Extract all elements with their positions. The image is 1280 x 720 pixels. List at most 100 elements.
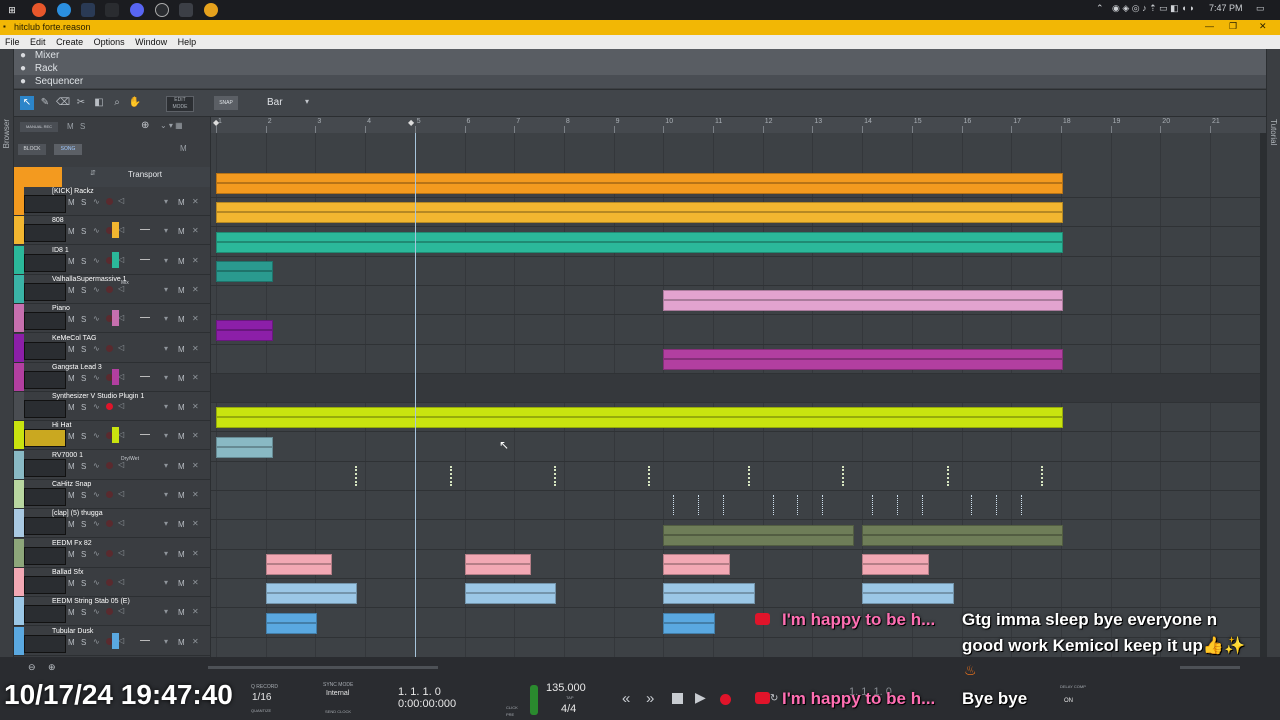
automation-lane-icon[interactable]: ∿: [93, 256, 100, 265]
hit-marker[interactable]: [1041, 466, 1049, 486]
track-solo-button[interactable]: S: [81, 198, 86, 207]
track-lane-mute[interactable]: M: [178, 198, 185, 207]
device-thumbnail[interactable]: [24, 400, 66, 419]
track-solo-button[interactable]: S: [81, 608, 86, 617]
close-icon[interactable]: ✕: [192, 461, 199, 470]
track-solo-button[interactable]: S: [81, 374, 86, 383]
record-enable-icon[interactable]: [106, 578, 113, 586]
track-level-fader[interactable]: [112, 632, 119, 649]
close-icon[interactable]: ✕: [192, 519, 199, 528]
track-lane-mute[interactable]: M: [178, 462, 185, 471]
monitor-icon[interactable]: ◁: [118, 518, 124, 527]
track-mute-button[interactable]: M: [68, 520, 75, 529]
track-header[interactable]: ID8 1 M S ∿ ◁ ▾ M ✕: [14, 245, 210, 275]
discord-icon[interactable]: [130, 3, 144, 17]
transport-expand-icon[interactable]: ⇵: [90, 169, 96, 177]
hand-tool-icon[interactable]: ✋: [128, 96, 142, 110]
track-lane[interactable]: [211, 316, 1260, 345]
playhead[interactable]: [414, 133, 416, 657]
transport-track[interactable]: ⇵ Transport: [14, 167, 210, 187]
device-thumbnail[interactable]: [24, 546, 66, 565]
track-menu-icon[interactable]: ▾: [164, 637, 168, 646]
tray-icons[interactable]: ◉ ◈ ◎ ♪ ⇡ ▭ ◧ ◖ ◗: [1112, 3, 1195, 14]
mute-tool-icon[interactable]: ◧: [92, 96, 106, 110]
track-lane-mute[interactable]: M: [178, 520, 185, 529]
track-mute-button[interactable]: M: [68, 638, 75, 647]
sequencer-clip[interactable]: [265, 612, 318, 634]
hit-marker[interactable]: [842, 466, 850, 486]
zoom-out-icon[interactable]: ⊖: [28, 662, 36, 673]
snap-value-select[interactable]: Bar: [267, 97, 283, 108]
razor-tool-icon[interactable]: ✂: [74, 96, 88, 110]
edit-mode-button[interactable]: EDIT MODE: [166, 96, 194, 112]
quantize-select[interactable]: 1/16: [252, 692, 271, 703]
snap-button[interactable]: SNAP: [214, 96, 238, 110]
track-name[interactable]: Synthesizer V Studio Plugin 1: [52, 392, 144, 401]
track-level-fader[interactable]: [112, 251, 119, 268]
track-header[interactable]: EEDM Fx 82 M S ∿ ◁ ▾ M ✕: [14, 538, 210, 568]
track-mute-button[interactable]: M: [68, 462, 75, 471]
browser-strip[interactable]: Browser: [0, 49, 13, 660]
stop-icon[interactable]: [672, 693, 683, 704]
track-level-fader[interactable]: [112, 310, 119, 327]
arrow-icon[interactable]: [105, 3, 119, 17]
track-lane-mute[interactable]: M: [178, 257, 185, 266]
sequencer-clip[interactable]: [663, 348, 1063, 370]
track-header[interactable]: Hi Hat M S ∿ ◁ ▾ M ✕: [14, 421, 210, 451]
tutorial-strip[interactable]: Tutorial: [1267, 49, 1280, 660]
menu-file[interactable]: File: [5, 35, 20, 49]
zoom-tool-icon[interactable]: ⌕: [110, 96, 124, 110]
track-menu-icon[interactable]: ▾: [164, 197, 168, 206]
monitor-icon[interactable]: ◁: [118, 343, 124, 352]
device-thumbnail[interactable]: [24, 341, 66, 360]
track-mute-button[interactable]: M: [68, 315, 75, 324]
track-solo-button[interactable]: S: [81, 345, 86, 354]
windows-start-icon[interactable]: ⊞: [5, 3, 19, 17]
device-thumbnail[interactable]: [24, 253, 66, 272]
close-icon[interactable]: ✕: [192, 285, 199, 294]
left-locator-icon[interactable]: ◆: [213, 118, 219, 127]
track-menu-icon[interactable]: ▾: [164, 226, 168, 235]
track-name[interactable]: RV7000 1: [52, 451, 83, 460]
reason-icon[interactable]: [179, 3, 193, 17]
track-lane-mute[interactable]: M: [178, 432, 185, 441]
automation-lane-icon[interactable]: ∿: [93, 461, 100, 470]
track-solo-button[interactable]: S: [81, 638, 86, 647]
clap-marker[interactable]: [722, 495, 726, 516]
track-name[interactable]: EEDM Fx 82: [52, 539, 92, 548]
monitor-icon[interactable]: ◁: [118, 401, 124, 410]
chrome-icon[interactable]: [204, 3, 218, 17]
fast-forward-icon[interactable]: »: [646, 690, 654, 707]
rack-panel[interactable]: ● Rack: [14, 62, 1266, 76]
track-solo-button[interactable]: S: [81, 491, 86, 500]
track-lane[interactable]: [211, 550, 1260, 579]
track-solo-button[interactable]: S: [81, 315, 86, 324]
track-lane[interactable]: [211, 433, 1260, 462]
close-icon[interactable]: ✕: [192, 431, 199, 440]
track-header[interactable]: Piano M S ∿ ◁ ▾ M ✕: [14, 304, 210, 334]
track-solo-button[interactable]: S: [81, 286, 86, 295]
obs-icon[interactable]: [155, 3, 169, 17]
track-name[interactable]: 808: [52, 216, 64, 225]
sequencer-clip[interactable]: [464, 583, 556, 605]
record-enable-icon[interactable]: [106, 285, 113, 293]
track-lane-mute[interactable]: M: [178, 550, 185, 559]
clap-marker[interactable]: [673, 495, 676, 516]
track-menu-icon[interactable]: ▾: [164, 344, 168, 353]
track-name[interactable]: ID8 1: [52, 246, 69, 255]
close-icon[interactable]: ✕: [192, 314, 199, 323]
track-header[interactable]: Ballad Sfx M S ∿ ◁ ▾ M ✕: [14, 567, 210, 597]
track-lane-mute[interactable]: M: [178, 286, 185, 295]
master-mute-button[interactable]: M: [67, 122, 74, 131]
device-thumbnail[interactable]: [24, 195, 66, 213]
track-header[interactable]: Synthesizer V Studio Plugin 1 M S ∿ ◁ ▾ M ✕: [14, 392, 210, 422]
close-icon[interactable]: ✕: [192, 637, 199, 646]
sequencer-panel[interactable]: ● Sequencer: [14, 75, 1266, 89]
hit-marker[interactable]: [449, 466, 458, 486]
time-signature[interactable]: 4/4: [561, 703, 576, 715]
song-position[interactable]: 1. 1. 1. 0: [398, 686, 441, 698]
loop-icon[interactable]: ↻: [770, 693, 778, 704]
track-name[interactable]: KeMeCol TAG: [52, 334, 96, 343]
track-name[interactable]: EEDM String Stab 05 (E): [52, 597, 130, 606]
arrangement-area[interactable]: ↖: [211, 133, 1260, 657]
